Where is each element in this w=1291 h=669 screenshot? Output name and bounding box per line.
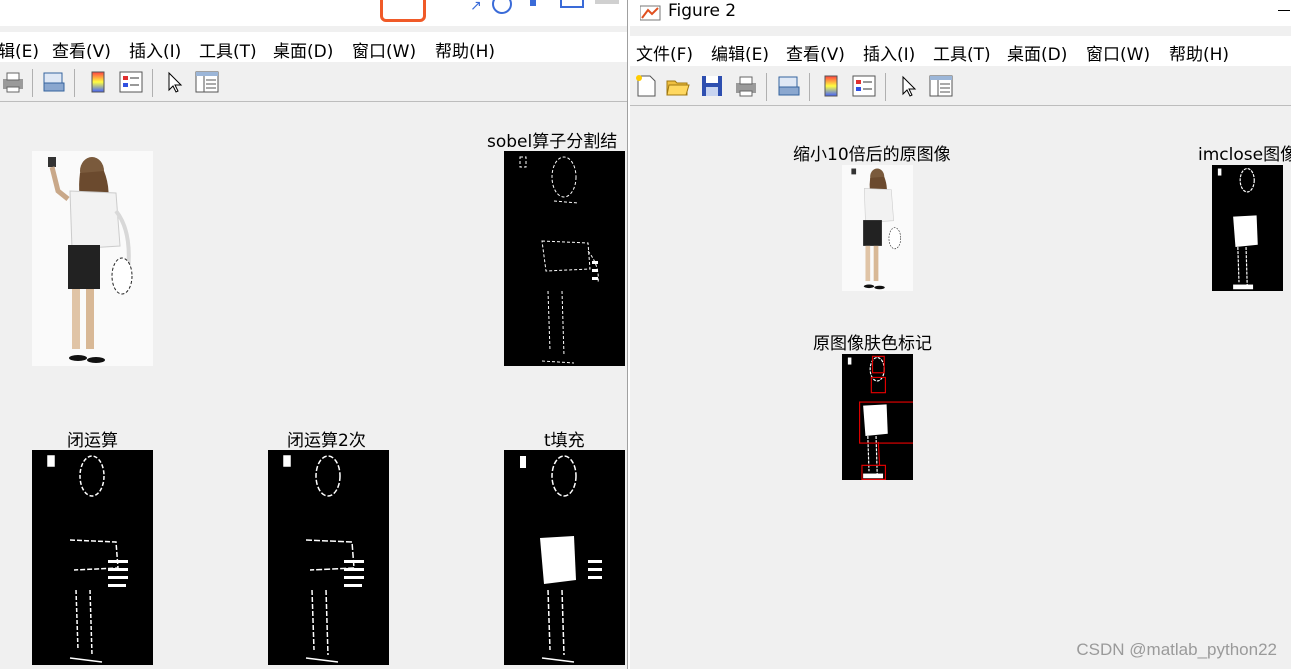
figure2-canvas: 缩小10倍后的原图像 imclose图像 原图像肤色标记 bbox=[630, 107, 1291, 669]
window-icon bbox=[560, 0, 584, 8]
menu-tools[interactable]: 工具(T) bbox=[199, 37, 257, 62]
colorbar-icon[interactable] bbox=[818, 73, 844, 99]
property-editor-icon[interactable] bbox=[928, 73, 954, 99]
property-editor-icon[interactable] bbox=[194, 69, 220, 95]
app-badge-icon bbox=[380, 0, 426, 22]
menu-insert[interactable]: 插入(I) bbox=[863, 40, 915, 65]
new-figure-icon[interactable] bbox=[633, 73, 659, 99]
print-icon[interactable] bbox=[0, 69, 26, 95]
scaled-title: 缩小10倍后的原图像 bbox=[793, 145, 951, 165]
imclose-title: imclose图像 bbox=[1198, 145, 1291, 165]
toolbar-separator bbox=[885, 73, 886, 101]
left-figure-canvas: sobel算子分割结 闭运算 闭运算2次 t填充 bbox=[0, 103, 627, 669]
sobel-result-image bbox=[504, 151, 625, 366]
left-figure-window: ↗ 辑(E) 查看(V) 插入(I) 工具(T) 桌面(D) 窗口(W) 帮助(… bbox=[0, 0, 627, 669]
close1-image bbox=[32, 450, 153, 665]
menu-window[interactable]: 窗口(W) bbox=[352, 37, 416, 62]
menu-view[interactable]: 查看(V) bbox=[786, 40, 845, 65]
clock-icon bbox=[492, 0, 512, 14]
close1-title: 闭运算 bbox=[67, 431, 118, 451]
menu-insert[interactable]: 插入(I) bbox=[129, 37, 181, 62]
toolbar-separator bbox=[32, 69, 33, 97]
print-preview-icon[interactable] bbox=[776, 73, 802, 99]
copy-icon bbox=[595, 0, 619, 4]
left-menubar: 辑(E) 查看(V) 插入(I) 工具(T) 桌面(D) 窗口(W) 帮助(H) bbox=[0, 32, 627, 62]
toolbar-separator bbox=[152, 69, 153, 97]
toolbar-separator bbox=[809, 73, 810, 101]
close2-image bbox=[268, 450, 389, 665]
matlab-figure-icon bbox=[639, 4, 662, 22]
print-preview-icon[interactable] bbox=[41, 69, 67, 95]
menu-desktop[interactable]: 桌面(D) bbox=[273, 37, 333, 62]
figure2-toolbar bbox=[630, 67, 1291, 106]
menu-view[interactable]: 查看(V) bbox=[52, 37, 111, 62]
close2-title: 闭运算2次 bbox=[287, 431, 366, 451]
window-title: Figure 2 bbox=[668, 1, 737, 21]
pin-icon bbox=[530, 0, 536, 6]
original-photo bbox=[32, 151, 153, 366]
left-titlebar: ↗ bbox=[0, 0, 627, 26]
figure2-menubar: 文件(F) 编辑(E) 查看(V) 插入(I) 工具(T) 桌面(D) 窗口(W… bbox=[630, 36, 1291, 66]
menu-edit[interactable]: 辑(E) bbox=[0, 37, 39, 62]
scaled-photo bbox=[842, 165, 913, 291]
menu-help[interactable]: 帮助(H) bbox=[435, 37, 495, 62]
arrow-icon: ↗ bbox=[470, 0, 482, 14]
minimize-icon[interactable] bbox=[1278, 10, 1290, 11]
menu-help[interactable]: 帮助(H) bbox=[1169, 40, 1229, 65]
left-toolbar bbox=[0, 63, 627, 102]
fill-title: t填充 bbox=[544, 431, 585, 451]
print-icon[interactable] bbox=[733, 73, 759, 99]
menu-file[interactable]: 文件(F) bbox=[636, 40, 693, 65]
sobel-title: sobel算子分割结 bbox=[487, 132, 618, 152]
fill-image bbox=[504, 450, 625, 665]
toolbar-separator bbox=[766, 73, 767, 101]
imclose-image bbox=[1212, 165, 1283, 291]
menu-window[interactable]: 窗口(W) bbox=[1086, 40, 1150, 65]
menu-tools[interactable]: 工具(T) bbox=[933, 40, 991, 65]
menu-desktop[interactable]: 桌面(D) bbox=[1007, 40, 1067, 65]
legend-icon[interactable] bbox=[851, 73, 877, 99]
toolbar-separator bbox=[74, 69, 75, 97]
legend-icon[interactable] bbox=[118, 69, 144, 95]
pointer-icon[interactable] bbox=[162, 69, 188, 95]
menu-edit[interactable]: 编辑(E) bbox=[711, 40, 769, 65]
colorbar-icon[interactable] bbox=[85, 69, 111, 95]
open-file-icon[interactable] bbox=[665, 73, 691, 99]
figure2-titlebar: Figure 2 bbox=[630, 0, 1291, 26]
save-icon[interactable] bbox=[699, 73, 725, 99]
skin-mark-title: 原图像肤色标记 bbox=[813, 334, 932, 354]
skin-mark-image bbox=[842, 354, 913, 480]
csdn-watermark: CSDN @matlab_python22 bbox=[1076, 640, 1277, 659]
figure2-window: Figure 2 文件(F) 编辑(E) 查看(V) 插入(I) 工具(T) 桌… bbox=[630, 0, 1291, 669]
pointer-icon[interactable] bbox=[896, 73, 922, 99]
